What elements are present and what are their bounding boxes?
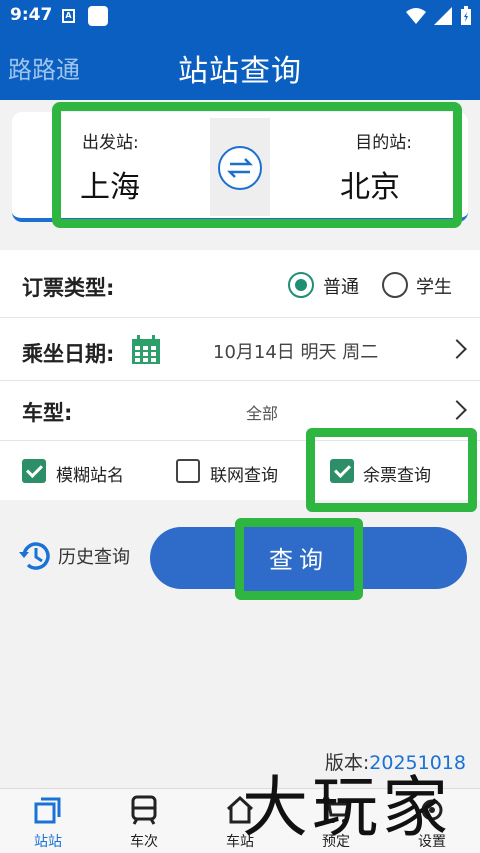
to-station-field[interactable]: 北京 [340, 162, 400, 206]
signal-icon [434, 7, 452, 25]
status-time: 9:47 [10, 5, 53, 25]
tab-station-to-station[interactable]: 站站 [0, 789, 96, 853]
tab-label: 站站 [34, 834, 62, 850]
from-station-field[interactable]: 上海 [80, 162, 140, 206]
calendar-icon [132, 335, 160, 364]
checkbox-fuzzy-name[interactable] [22, 459, 46, 483]
page-title: 站站查询 [178, 54, 302, 89]
tab-label: 车次 [130, 834, 158, 850]
train-type-label: 车型: [22, 401, 73, 425]
ticket-type-label: 订票类型: [22, 276, 115, 300]
radio-student-label[interactable]: 学生 [416, 273, 452, 299]
query-button-label[interactable]: 查询 [244, 540, 354, 575]
radio-normal[interactable] [288, 272, 314, 298]
wifi-icon [406, 8, 426, 24]
checkbox-online-query[interactable] [176, 459, 200, 483]
history-icon [19, 542, 50, 570]
radio-normal-label[interactable]: 普通 [323, 273, 359, 299]
chevron-right-icon [447, 400, 467, 420]
to-station-label: 目的站: [355, 133, 412, 153]
status-bar: 9:47 A [0, 0, 480, 32]
station-icon [34, 797, 61, 824]
checkbox-fuzzy-name-label[interactable]: 模糊站名 [56, 461, 124, 486]
train-type-value[interactable]: 全部 [246, 400, 278, 424]
history-query-link[interactable]: 历史查询 [16, 537, 130, 575]
app-bar: 路路通 站站查询 [0, 32, 480, 100]
date-label: 乘坐日期: [22, 342, 115, 366]
train-icon [131, 795, 157, 825]
history-label[interactable]: 历史查询 [58, 543, 130, 569]
highlight-box-remaining [306, 428, 477, 512]
ticket-type-row: 订票类型: 普通 学生 [0, 250, 480, 318]
battery-icon [461, 6, 471, 25]
checkbox-online-query-label[interactable]: 联网查询 [210, 461, 278, 486]
watermark-text: 大玩家 [242, 769, 452, 846]
date-value[interactable]: 10月14日 明天 周二 [213, 338, 378, 364]
date-row[interactable]: 乘坐日期: 10月14日 明天 周二 [0, 318, 480, 381]
chevron-right-icon [447, 339, 467, 359]
tab-train-number[interactable]: 车次 [96, 789, 192, 853]
from-station-label: 出发站: [82, 133, 139, 153]
notification-a-icon: A [62, 9, 75, 23]
radio-student[interactable] [382, 272, 408, 298]
swap-arrows-icon [226, 158, 254, 178]
notification-square-icon [88, 6, 108, 26]
swap-stations-button[interactable] [218, 146, 262, 190]
